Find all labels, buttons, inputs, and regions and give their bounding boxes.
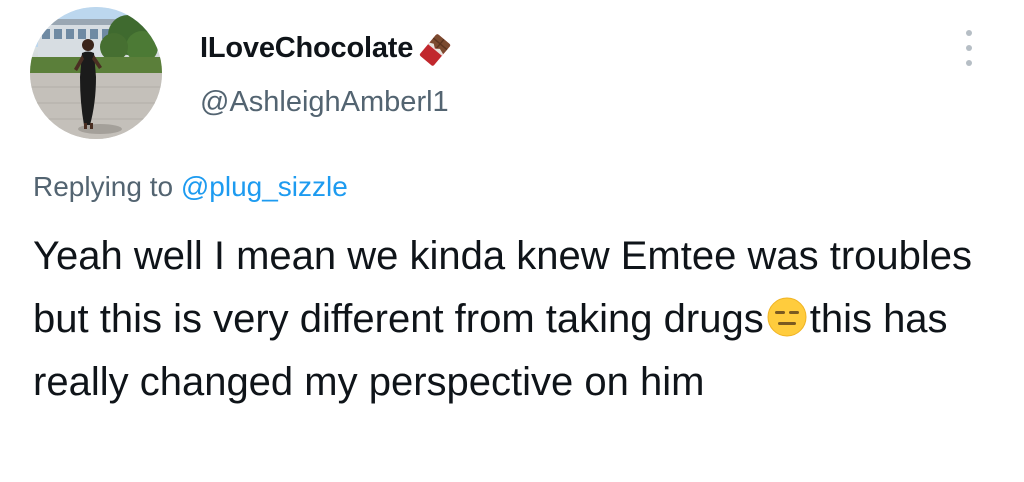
replying-to-label: Replying to	[33, 171, 181, 202]
more-dot-icon	[966, 45, 972, 51]
avatar[interactable]	[30, 7, 162, 139]
user-handle[interactable]: @AshleighAmberl1	[200, 86, 449, 119]
more-dot-icon	[966, 30, 972, 36]
chocolate-bar-icon	[417, 32, 453, 68]
tweet-card: ILoveChocolate @AshleighAmberl1 Replying…	[0, 0, 1024, 482]
more-options-button[interactable]	[957, 28, 981, 68]
tweet-text: Yeah well I mean we kinda knew Emtee was…	[33, 225, 1008, 414]
display-name[interactable]: ILoveChocolate	[200, 32, 413, 65]
expressionless-face-icon	[766, 294, 808, 337]
more-dot-icon	[966, 60, 972, 66]
profile-photo-icon	[30, 7, 162, 139]
replying-to-line: Replying to @plug_sizzle	[33, 171, 348, 203]
replying-to-mention[interactable]: @plug_sizzle	[181, 171, 348, 202]
display-name-row[interactable]: ILoveChocolate	[200, 28, 453, 68]
